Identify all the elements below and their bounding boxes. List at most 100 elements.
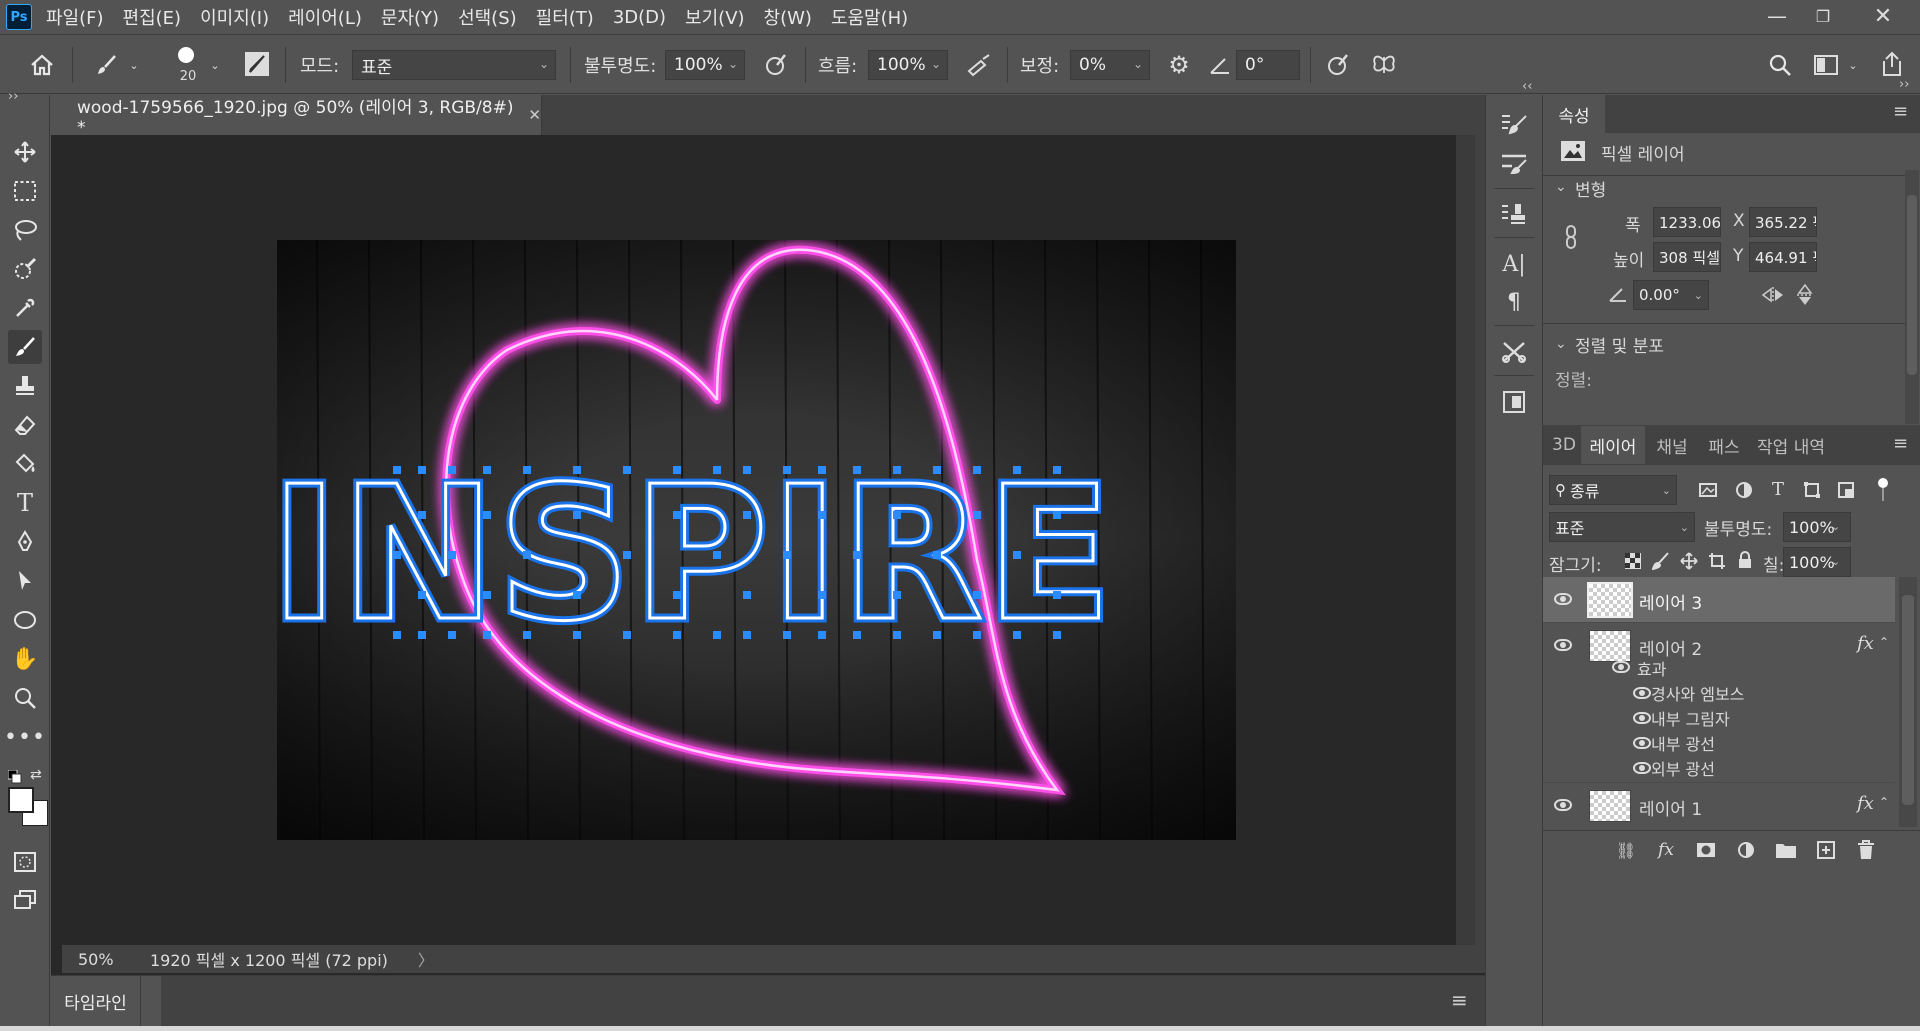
share-icon[interactable] bbox=[1876, 47, 1908, 81]
link-dimensions-icon[interactable] bbox=[1563, 223, 1579, 251]
menu-layer[interactable]: 레이어(L) bbox=[288, 4, 362, 30]
gear-icon[interactable]: ⚙ bbox=[1163, 49, 1195, 81]
pressure-size-icon[interactable] bbox=[1322, 49, 1354, 81]
fill-field[interactable]: 100% bbox=[1783, 547, 1851, 577]
menu-help[interactable]: 도움말(H) bbox=[831, 4, 908, 30]
filter-smart-object-icon[interactable] bbox=[1835, 479, 1857, 501]
smoothing-field[interactable]: 0% ⌄ bbox=[1070, 50, 1150, 80]
quick-mask-icon[interactable] bbox=[8, 845, 42, 879]
new-group-icon[interactable] bbox=[1773, 837, 1799, 863]
opacity-field[interactable]: 100% ⌄ bbox=[665, 50, 745, 80]
pressure-opacity-icon[interactable] bbox=[760, 49, 792, 81]
image-canvas[interactable]: INSPIRE INSPIRE bbox=[277, 240, 1236, 840]
menu-file[interactable]: 파일(F) bbox=[46, 4, 104, 30]
filter-pixel-icon[interactable] bbox=[1697, 479, 1719, 501]
timeline-menu-icon[interactable]: ≡ bbox=[1451, 988, 1468, 1012]
eyedropper-tool-icon[interactable] bbox=[8, 291, 42, 325]
new-layer-icon[interactable] bbox=[1813, 837, 1839, 863]
effect-row-inner-glow[interactable]: 내부 광선 bbox=[1543, 730, 1895, 754]
filter-shape-icon[interactable] bbox=[1801, 479, 1823, 501]
layer-1-name[interactable]: 레이어 1 bbox=[1639, 795, 1702, 820]
timeline-tab[interactable]: 타임라인 bbox=[51, 976, 141, 1026]
tool-presets-icon[interactable] bbox=[1496, 335, 1532, 369]
close-tab-icon[interactable]: ✕ bbox=[528, 106, 541, 124]
lasso-tool-icon[interactable] bbox=[8, 213, 42, 247]
paint-bucket-tool-icon[interactable] bbox=[8, 447, 42, 481]
align-chevron-icon[interactable]: ⌄ bbox=[1555, 336, 1567, 352]
workspace-dropdown-icon[interactable]: ⌄ bbox=[1846, 57, 1860, 73]
width-field[interactable]: 1233.06 픽 bbox=[1653, 207, 1721, 237]
brush-size-dot-icon[interactable] bbox=[176, 45, 196, 65]
menu-filter[interactable]: 필터(T) bbox=[536, 4, 594, 30]
layer-1-effects-toggle-icon[interactable]: ⌃ bbox=[1879, 795, 1889, 809]
blend-mode-select[interactable]: 표준 ⌄ bbox=[1549, 512, 1695, 542]
align-section-title[interactable]: 정렬 및 분포 bbox=[1575, 332, 1664, 357]
menu-image[interactable]: 이미지(I) bbox=[200, 4, 269, 30]
swap-colors-icon[interactable]: ⇄ bbox=[30, 767, 42, 783]
transform-section-title[interactable]: 변형 bbox=[1575, 176, 1606, 201]
new-adjustment-layer-icon[interactable] bbox=[1733, 837, 1759, 863]
brushes-panel-icon[interactable] bbox=[1496, 145, 1532, 179]
brush-preset-dropdown-icon[interactable]: ⌄ bbox=[127, 57, 141, 73]
type-tool-icon[interactable]: T bbox=[8, 486, 42, 520]
stamp-tool-icon[interactable] bbox=[8, 369, 42, 403]
layer-opacity-dropdown-icon[interactable]: ⌄ bbox=[1831, 520, 1840, 533]
collapse-dock-icon[interactable]: ‹‹ bbox=[1522, 79, 1532, 94]
character-panel-icon[interactable]: A| bbox=[1496, 247, 1532, 281]
default-colors-icon[interactable] bbox=[7, 769, 22, 784]
eye-icon[interactable] bbox=[1633, 737, 1651, 749]
quick-selection-tool-icon[interactable] bbox=[8, 252, 42, 286]
layer-2-effects-toggle-icon[interactable]: ⌃ bbox=[1879, 635, 1889, 649]
close-window-icon[interactable]: ✕ bbox=[1860, 0, 1906, 32]
lock-transparency-icon[interactable] bbox=[1623, 551, 1643, 571]
eye-icon[interactable] bbox=[1633, 762, 1651, 774]
collapse-panels-icon[interactable]: ›› bbox=[1899, 77, 1909, 92]
clone-source-icon[interactable] bbox=[1496, 197, 1532, 231]
mode-select[interactable]: 표준 ⌄ bbox=[352, 50, 556, 80]
effect-row-bevel[interactable]: 경사와 엠보스 bbox=[1543, 680, 1895, 704]
home-icon[interactable] bbox=[24, 49, 60, 81]
add-mask-icon[interactable] bbox=[1693, 837, 1719, 863]
eye-icon[interactable] bbox=[1633, 687, 1651, 699]
document-tab[interactable]: wood-1759566_1920.jpg @ 50% (레이어 3, RGB/… bbox=[51, 95, 542, 138]
tab-paths[interactable]: 패스 bbox=[1699, 426, 1749, 464]
ellipse-tool-icon[interactable] bbox=[8, 603, 42, 637]
restore-icon[interactable]: ❐ bbox=[1800, 0, 1846, 32]
effects-row[interactable]: 효과 bbox=[1543, 653, 1895, 681]
move-tool-icon[interactable] bbox=[8, 135, 42, 169]
brush-panel-toggle-icon[interactable] bbox=[243, 50, 271, 78]
effect-row-inner-shadow[interactable]: 내부 그림자 bbox=[1543, 705, 1895, 729]
flip-horizontal-icon[interactable] bbox=[1761, 285, 1785, 305]
eye-icon[interactable] bbox=[1554, 799, 1572, 811]
brush-tool-icon[interactable] bbox=[8, 330, 42, 364]
airbrush-icon[interactable] bbox=[962, 49, 996, 81]
layer-2-fx-badge[interactable]: fx bbox=[1857, 633, 1874, 654]
tab-channels[interactable]: 채널 bbox=[1647, 426, 1697, 464]
zoom-level[interactable]: 50% bbox=[78, 950, 136, 969]
angle-field[interactable]: 0.00° ⌄ bbox=[1633, 280, 1709, 310]
add-layer-style-icon[interactable]: fx bbox=[1653, 837, 1679, 863]
marquee-tool-icon[interactable] bbox=[8, 174, 42, 208]
layer-opacity-field[interactable]: 100% bbox=[1783, 512, 1851, 542]
menu-3d[interactable]: 3D(D) bbox=[613, 7, 666, 28]
eye-icon[interactable] bbox=[1612, 661, 1630, 673]
filter-adjustment-icon[interactable] bbox=[1733, 479, 1755, 501]
layer-comps-icon[interactable] bbox=[1496, 385, 1532, 419]
properties-menu-icon[interactable]: ≡ bbox=[1893, 101, 1908, 122]
status-expand-icon[interactable]: 〉 bbox=[418, 947, 434, 971]
path-selection-tool-icon[interactable] bbox=[8, 564, 42, 598]
menu-type[interactable]: 문자(Y) bbox=[381, 4, 439, 30]
layers-menu-icon[interactable]: ≡ bbox=[1893, 433, 1908, 454]
tab-3d[interactable]: 3D bbox=[1547, 426, 1581, 464]
y-field[interactable]: 464.91 픽성 bbox=[1749, 242, 1817, 272]
filter-toggle[interactable] bbox=[1877, 477, 1889, 503]
tab-properties[interactable]: 속성 bbox=[1543, 95, 1605, 133]
eye-icon[interactable] bbox=[1633, 712, 1651, 724]
zoom-tool-icon[interactable] bbox=[8, 681, 42, 715]
tab-history[interactable]: 작업 내역 bbox=[1751, 426, 1831, 464]
paragraph-panel-icon[interactable]: ¶ bbox=[1496, 285, 1532, 319]
transform-chevron-icon[interactable]: ⌄ bbox=[1555, 179, 1567, 195]
pen-tool-icon[interactable] bbox=[8, 525, 42, 559]
tab-layers[interactable]: 레이어 bbox=[1581, 426, 1645, 464]
symmetry-butterfly-icon[interactable] bbox=[1368, 49, 1400, 81]
